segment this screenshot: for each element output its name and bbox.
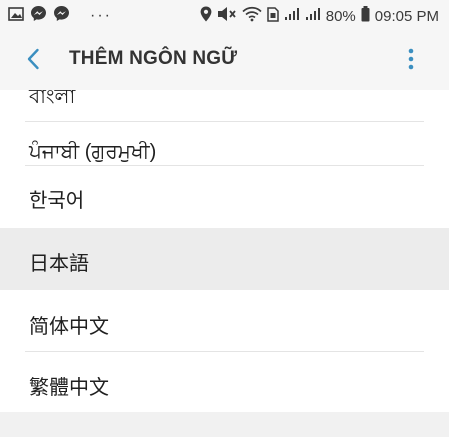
system-icons: 80% 09:05 PM	[200, 5, 439, 27]
language-list: বাংলা ਪੰਜਾਬੀ (ਗੁਰਮੁਖੀ) 한국어 日本語 简体中文 繁體中文	[0, 90, 449, 412]
bottom-area	[0, 412, 449, 437]
more-notifications-indicator: ···	[90, 7, 112, 24]
messenger-icon	[53, 5, 70, 27]
gallery-icon	[8, 6, 24, 26]
language-label: বাংলা	[29, 90, 76, 108]
page-title: THÊM NGÔN NGỮ	[69, 48, 238, 69]
wifi-icon	[242, 6, 262, 26]
signal-icon	[305, 7, 321, 25]
list-item-language-selected[interactable]: 日本語	[0, 228, 449, 290]
messenger-icon	[30, 5, 47, 27]
language-label: 한국어	[29, 190, 85, 212]
app-bar: THÊM NGÔN NGỮ	[0, 32, 449, 90]
list-item-language[interactable]: বাংলা	[0, 90, 449, 122]
language-label: ਪੰਜਾਬੀ (ਗੁਰਮੁਖੀ)	[29, 141, 157, 163]
language-label: 繁體中文	[29, 377, 109, 399]
back-button[interactable]	[18, 46, 48, 76]
status-bar: ··· 80% 09:05 PM	[0, 0, 449, 32]
battery-percent: 80%	[325, 7, 356, 25]
signal-icon	[284, 7, 300, 25]
language-label: 日本語	[29, 253, 89, 275]
list-item-language[interactable]: 繁體中文	[0, 352, 449, 412]
sim-icon	[267, 6, 279, 26]
battery-icon	[361, 6, 370, 26]
mute-icon	[217, 6, 237, 26]
more-options-button[interactable]	[399, 46, 423, 76]
clock: 09:05 PM	[374, 7, 439, 25]
chevron-left-icon	[26, 48, 40, 75]
list-item-language[interactable]: 简体中文	[0, 290, 449, 352]
list-item-language[interactable]: 한국어	[0, 166, 449, 228]
screen: ··· 80% 09:05 PM THÊM NGÔN NGỮ বাংলা ਪੰਜ…	[0, 0, 449, 437]
notification-icons: ···	[8, 6, 112, 26]
language-label: 简体中文	[29, 316, 109, 338]
location-icon	[200, 6, 212, 26]
more-vertical-icon	[408, 48, 414, 75]
